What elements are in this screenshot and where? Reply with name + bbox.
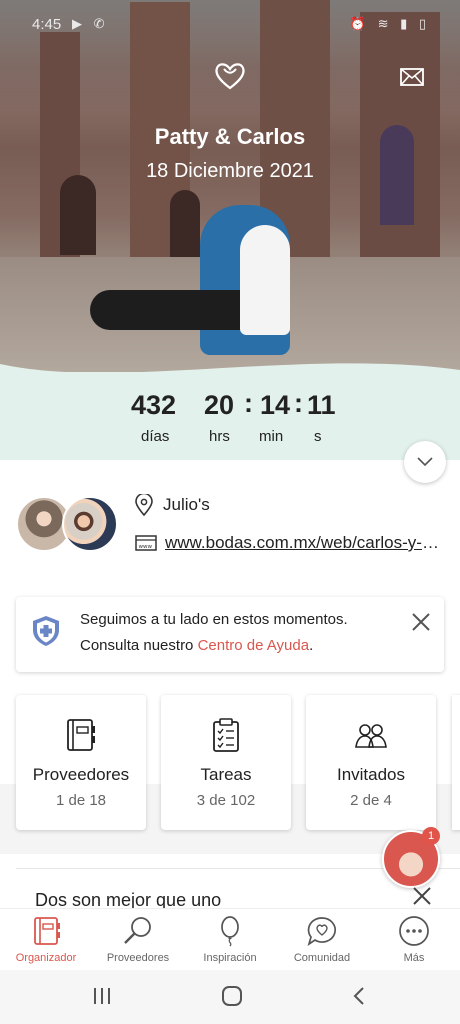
clipboard-icon <box>213 718 239 752</box>
countdown-minutes-label: min <box>259 428 284 445</box>
back-icon[interactable] <box>346 984 374 1008</box>
recent-apps-icon[interactable] <box>88 984 116 1008</box>
tab-organizador[interactable]: Organizador <box>0 909 92 971</box>
tab-mas[interactable]: Más <box>368 909 460 971</box>
venue-name: Julio's <box>163 495 210 514</box>
status-time: 4:45 <box>32 16 62 33</box>
mail-icon[interactable] <box>400 68 424 86</box>
hero-photo: 4:45 ▶ ✆ ⏰ ≋ ▮ ▯ Patty & Carlos 18 Dicie… <box>0 0 460 372</box>
card-proveedores[interactable]: Proveedores 1 de 18 <box>16 695 146 830</box>
countdown-separator: : <box>294 388 303 418</box>
tab-label: Inspiración <box>203 952 257 964</box>
shield-icon <box>33 616 59 646</box>
tab-proveedores[interactable]: Proveedores <box>92 909 184 971</box>
countdown-seconds: 11 <box>307 390 336 420</box>
location-pin-icon <box>135 494 153 516</box>
wedding-date: 18 Diciembre 2021 <box>146 160 314 182</box>
notification-badge: 1 <box>422 827 440 845</box>
balloon-icon <box>221 916 239 947</box>
tab-label: Organizador <box>15 952 77 964</box>
heart-logo-icon <box>215 63 245 90</box>
card-count: 1 de 18 <box>55 792 107 809</box>
website-row[interactable]: www www.bodas.com.mx/web/carlos-y-patty <box>135 533 445 553</box>
countdown-days-label: días <box>141 428 170 445</box>
countdown-separator: : <box>244 388 253 418</box>
countdown-seconds-label: s <box>314 428 322 445</box>
bottom-tab-bar: Organizador Proveedores Inspiración Comu… <box>0 908 460 970</box>
tab-label: Comunidad <box>293 952 351 964</box>
help-notice: Seguimos a tu lado en estos momentos. Co… <box>16 597 444 672</box>
avatar[interactable] <box>62 496 118 552</box>
card-tareas[interactable]: Tareas 3 de 102 <box>161 695 291 830</box>
home-icon[interactable] <box>218 984 246 1008</box>
tab-label: Proveedores <box>106 952 170 964</box>
card-invitados[interactable]: Invitados 2 de 4 <box>306 695 436 830</box>
web-browser-icon: www <box>135 535 157 551</box>
countdown-hours: 20 <box>204 390 235 420</box>
help-center-link[interactable]: Centro de Ayuda <box>198 637 309 654</box>
couple-figure-legs <box>90 290 260 330</box>
system-icons: ⏰ ≋ ▮ ▯ <box>349 16 430 31</box>
website-link[interactable]: www.bodas.com.mx/web/carlos-y-patty <box>165 533 442 553</box>
search-icon <box>124 917 151 944</box>
notice-text-2: Consulta nuestro Centro de Ayuda. <box>80 637 313 654</box>
tab-inspiracion[interactable]: Inspiración <box>184 909 276 971</box>
countdown-days: 432 <box>131 390 177 420</box>
card-title: Proveedores <box>32 765 130 784</box>
card-count: 2 de 4 <box>350 792 392 809</box>
close-icon[interactable] <box>410 884 434 908</box>
notice-prefix: Consulta nuestro <box>80 637 198 654</box>
notice-text: Seguimos a tu lado en estos momentos. <box>80 611 348 628</box>
guests-icon <box>355 724 387 748</box>
svg-text:www: www <box>139 544 153 550</box>
notification-icons: ▶ ✆ <box>72 16 109 31</box>
chevron-down-icon <box>417 457 433 467</box>
planner-icon <box>34 917 60 945</box>
status-bar: 4:45 ▶ ✆ ⏰ ≋ ▮ ▯ <box>0 0 460 40</box>
notebook-icon <box>67 719 95 751</box>
close-icon[interactable] <box>410 611 432 633</box>
chat-heart-icon <box>307 917 337 946</box>
cathedral-door <box>60 175 96 255</box>
system-navigation-bar <box>0 970 460 1024</box>
countdown-minutes: 14 <box>260 390 291 420</box>
card-next-peek[interactable] <box>452 695 460 830</box>
countdown-hours-label: hrs <box>209 428 230 445</box>
tab-label: Más <box>403 952 425 964</box>
card-count: 3 de 102 <box>196 792 256 809</box>
venue-row[interactable]: Julio's <box>135 494 210 516</box>
card-title: Tareas <box>200 765 252 784</box>
expand-button[interactable] <box>404 441 446 483</box>
cathedral-door <box>170 190 200 260</box>
card-title: Invitados <box>336 765 406 784</box>
more-icon <box>399 916 429 946</box>
couple-name: Patty & Carlos <box>154 124 306 149</box>
tab-comunidad[interactable]: Comunidad <box>276 909 368 971</box>
couple-figure-shirt <box>240 225 290 335</box>
notice-suffix: . <box>309 637 314 654</box>
